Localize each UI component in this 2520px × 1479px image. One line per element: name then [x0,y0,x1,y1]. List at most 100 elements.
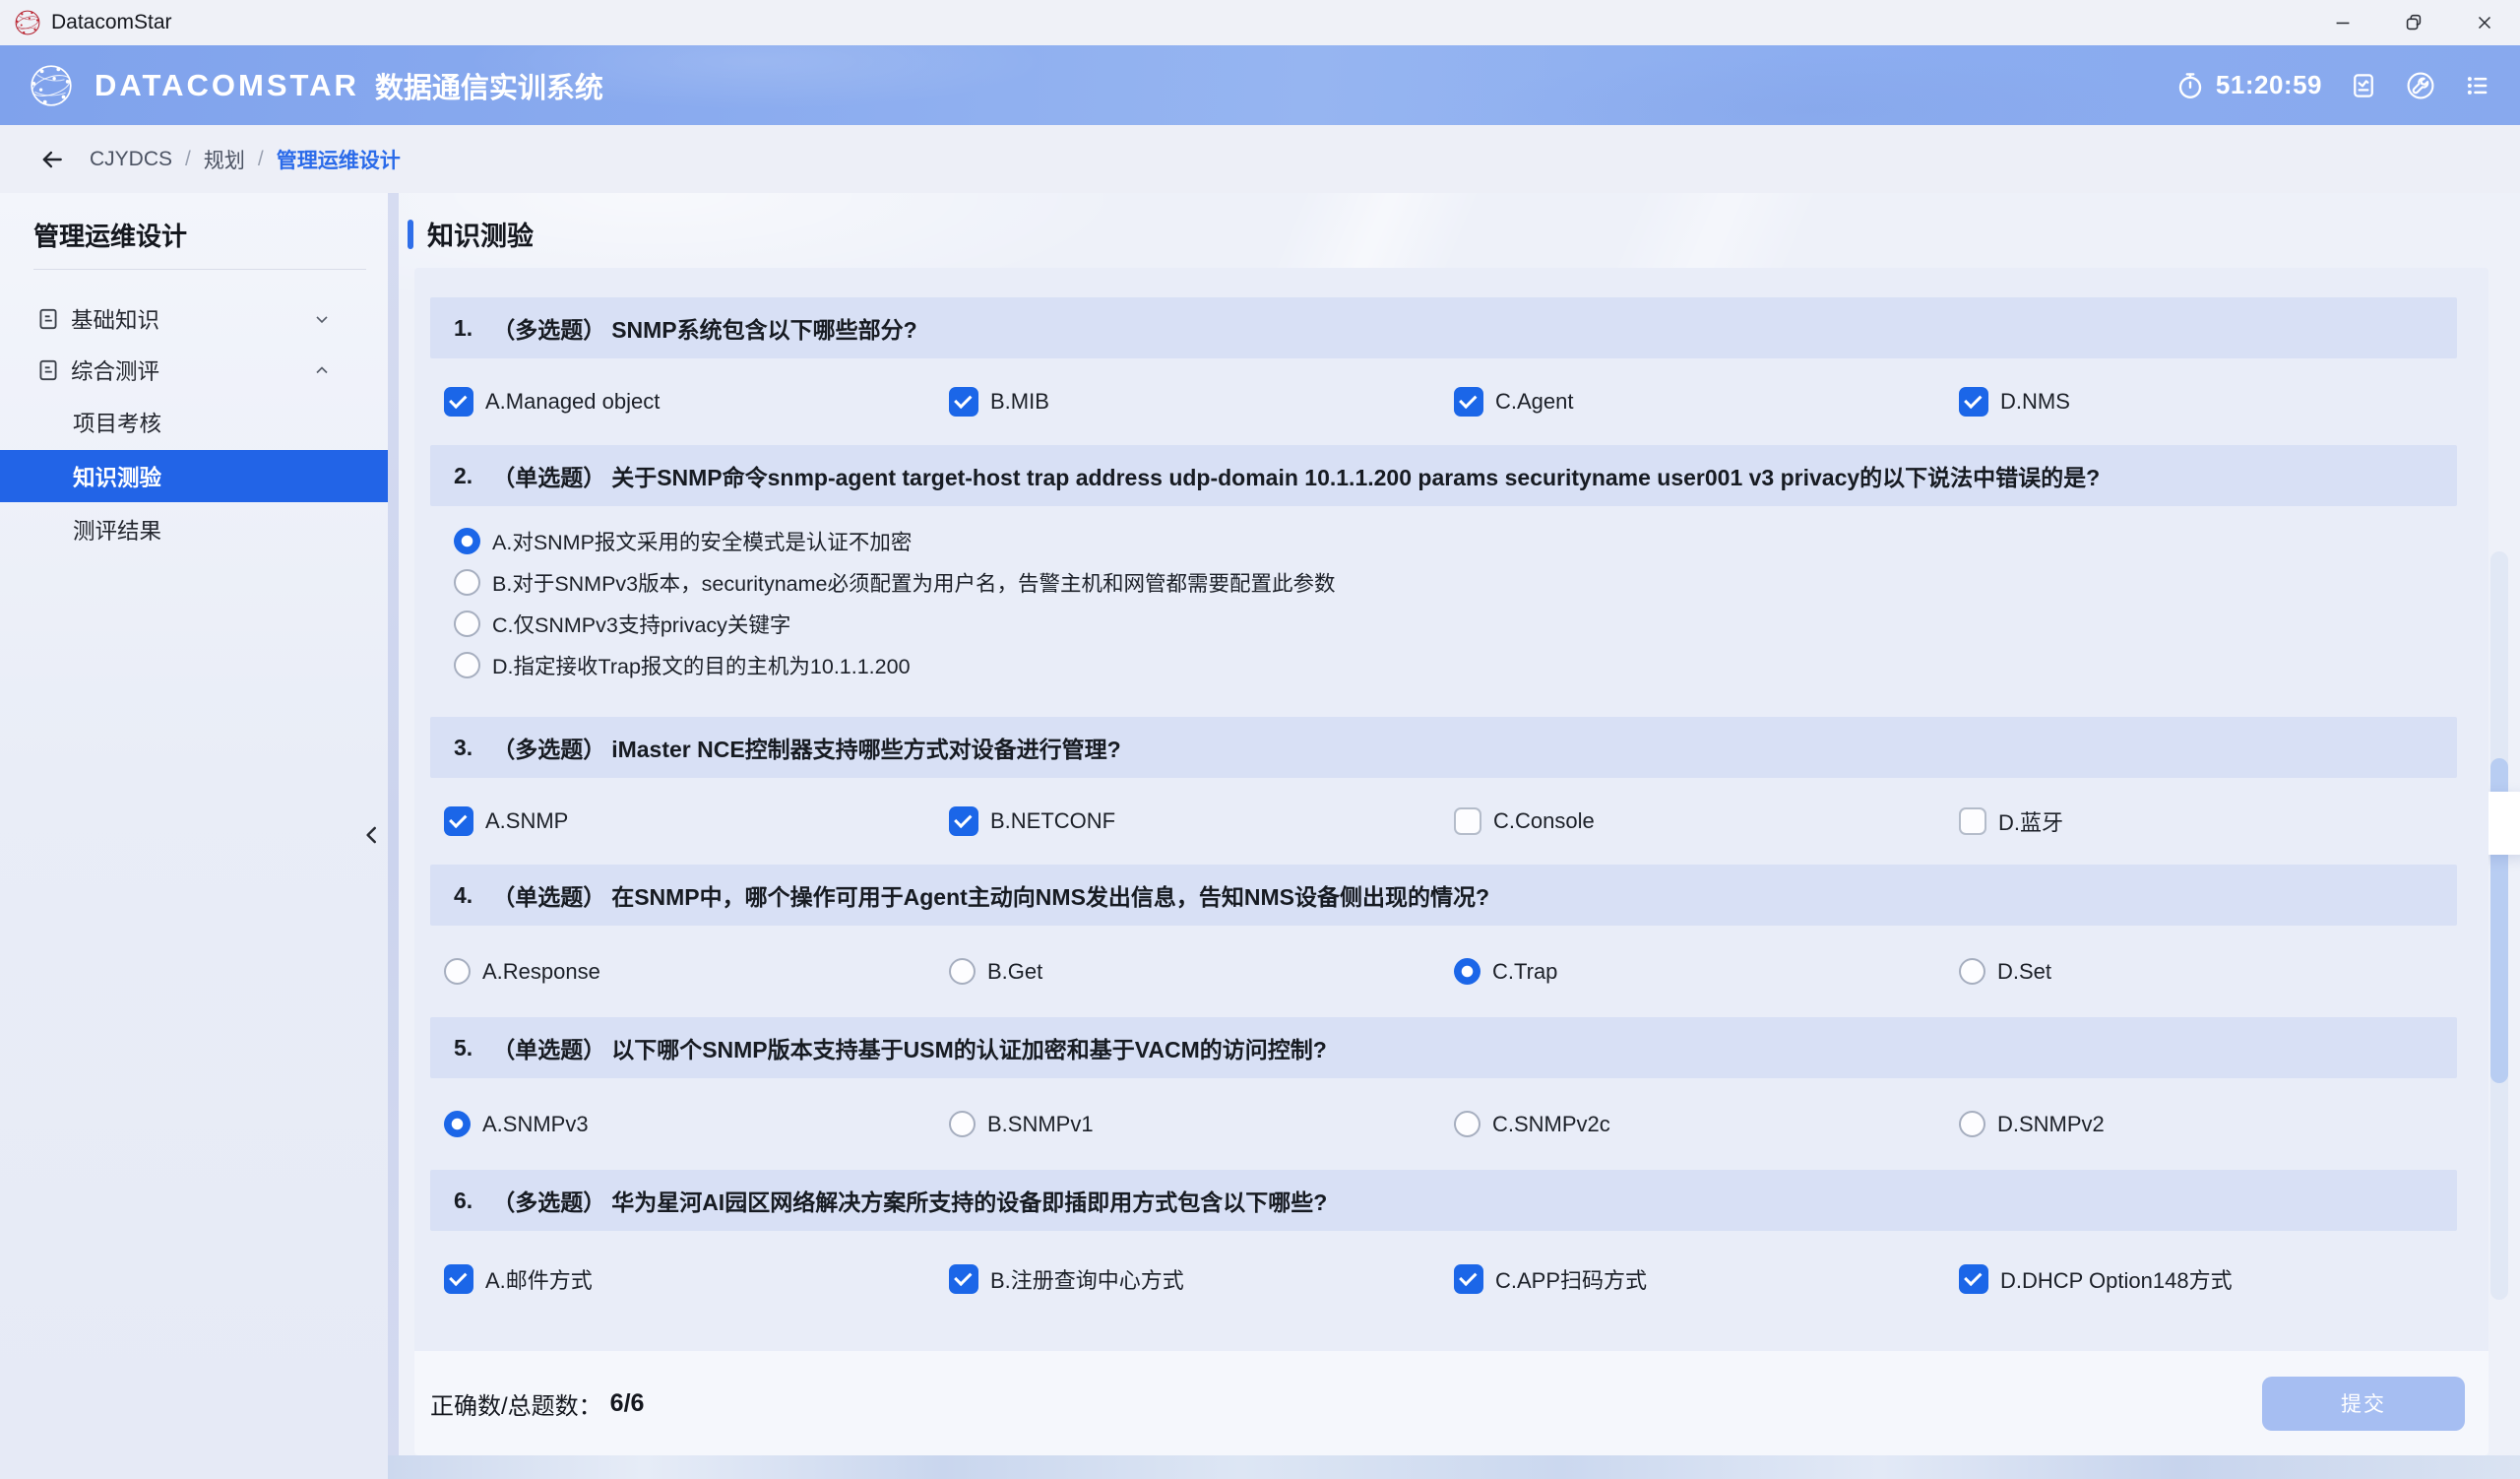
option-row[interactable]: B.Get [949,958,1454,985]
option-row[interactable]: B.NETCONF [949,806,1454,836]
back-arrow-icon[interactable] [39,147,65,172]
checkbox-icon[interactable] [1454,807,1481,835]
radio-icon[interactable] [1454,1111,1480,1137]
option-label: A.邮件方式 [485,1263,593,1295]
collapse-sidebar-button[interactable] [358,819,386,851]
divider [33,269,366,270]
option-row[interactable]: A.邮件方式 [444,1263,949,1295]
decorative-band [388,1455,2520,1479]
radio-icon[interactable] [454,652,480,678]
question-title: 3.（多选题）iMaster NCE控制器支持哪些方式对设备进行管理? [430,717,2457,778]
checkbox-icon[interactable] [949,806,978,836]
option-label: D.NMS [2000,389,2070,415]
option-row[interactable]: B.注册查询中心方式 [949,1263,1454,1295]
option-row[interactable]: D.Set [1959,958,2488,985]
question-number: 1. [454,315,472,342]
option-row[interactable]: D.DHCP Option148方式 [1959,1263,2488,1295]
option-row[interactable]: D.指定接收Trap报文的目的主机为10.1.1.200 [454,644,2488,685]
radio-icon[interactable] [444,958,471,985]
check-mark-icon [449,1267,467,1285]
radio-icon[interactable] [1959,958,1985,985]
timer-icon [2175,71,2205,100]
sidebar-item-project-assessment[interactable]: 项目考核 [0,399,388,446]
radio-icon[interactable] [454,611,480,637]
option-label: B.MIB [990,389,1049,415]
option-row[interactable]: D.SNMPv2 [1959,1111,2488,1137]
radio-icon[interactable] [444,1111,471,1137]
question-type-tag: （多选题） [492,1184,605,1217]
radio-icon[interactable] [1959,1111,1985,1137]
checkbox-icon[interactable] [949,387,978,417]
checkbox-icon[interactable] [1959,387,1988,417]
checkbox-icon[interactable] [1454,387,1483,417]
check-mark-icon [1459,391,1477,409]
breadcrumb: CJYDCS / 规划 / 管理运维设计 [0,125,2520,193]
option-row[interactable]: D.蓝牙 [1959,805,2488,837]
sidebar-item-knowledge-quiz[interactable]: 知识测验 [0,450,388,502]
radio-icon[interactable] [949,1111,976,1137]
question-number: 6. [454,1188,472,1214]
option-row[interactable]: A.Response [444,958,949,985]
check-mark-icon [1459,1267,1477,1285]
options: A.ResponseB.GetC.TrapD.Set [414,926,2488,1017]
radio-icon[interactable] [949,958,976,985]
question-block: 4.（单选题）在SNMP中，哪个操作可用于Agent主动向NMS发出信息，告知N… [414,865,2488,1017]
close-button[interactable] [2449,0,2520,45]
check-mark-icon [954,810,972,828]
breadcrumb-item-cjydcs[interactable]: CJYDCS [90,148,172,171]
checkbox-icon[interactable] [1959,1264,1988,1294]
radio-icon[interactable] [1454,958,1480,985]
option-row[interactable]: D.NMS [1959,387,2488,417]
check-mark-icon [1964,391,1982,409]
question-text: 以下哪个SNMP版本支持基于USM的认证加密和基于VACM的访问控制? [611,1031,1327,1064]
option-label: B.NETCONF [990,808,1115,834]
option-row[interactable]: B.SNMPv1 [949,1111,1454,1137]
checkbox-icon[interactable] [1454,1264,1483,1294]
question-title: 1.（多选题）SNMP系统包含以下哪些部分? [430,297,2457,358]
system-name: 数据通信实训系统 [375,65,603,106]
document-icon [35,306,61,332]
submit-button[interactable]: 提交 [2262,1377,2465,1431]
minimize-button[interactable] [2307,0,2378,45]
quiz-panel: 1.（多选题）SNMP系统包含以下哪些部分? A.Managed object B.… [414,268,2488,1455]
sidebar-item-label: 基础知识 [71,303,159,335]
restore-button[interactable] [2378,0,2449,45]
question-text: 华为星河AI园区网络解决方案所支持的设备即插即用方式包含以下哪些? [611,1184,1327,1217]
option-row[interactable]: C.Trap [1454,958,1959,985]
breadcrumb-item-planning[interactable]: 规划 [204,145,245,174]
checkbox-icon[interactable] [949,1264,978,1294]
sidebar-item-eval-results[interactable]: 测评结果 [0,506,388,553]
option-row[interactable]: A.SNMP [444,806,949,836]
sidebar-item-basic-knowledge[interactable]: 基础知识 [0,295,388,343]
option-label: A.对SNMP报文采用的安全模式是认证不加密 [492,526,912,556]
option-row[interactable]: A.对SNMP报文采用的安全模式是认证不加密 [454,520,2488,561]
option-row[interactable]: B.MIB [949,387,1454,417]
scrollbar[interactable] [2490,551,2508,1300]
radio-icon[interactable] [454,569,480,596]
checkbox-icon[interactable] [444,806,473,836]
checkbox-icon[interactable] [444,387,473,417]
radio-icon[interactable] [454,528,480,554]
option-row[interactable]: A.SNMPv3 [444,1111,949,1137]
option-row[interactable]: C.Agent [1454,387,1959,417]
main-content: 知识测验 1.（多选题）SNMP系统包含以下哪些部分?A.Managed obj… [399,193,2520,1479]
option-row[interactable]: C.SNMPv2c [1454,1111,1959,1137]
question-block: 5.（单选题）以下哪个SNMP版本支持基于USM的认证加密和基于VACM的访问控… [414,1017,2488,1170]
option-row[interactable]: B.对于SNMPv3版本，securityname必须配置为用户名，告警主机和网… [454,561,2488,603]
option-row[interactable]: C.仅SNMPv3支持privacy关键字 [454,603,2488,644]
tools-icon[interactable] [2405,70,2436,101]
checkbox-icon[interactable] [1959,807,1986,835]
option-row[interactable]: C.Console [1454,807,1959,835]
menu-list-icon[interactable] [2463,71,2492,100]
sidebar-item-comprehensive-eval[interactable]: 综合测评 [0,347,388,394]
checkbox-icon[interactable] [444,1264,473,1294]
report-icon[interactable] [2349,71,2378,100]
option-label: C.SNMPv2c [1492,1112,1610,1137]
chevron-up-icon [312,360,332,380]
option-row[interactable]: C.APP扫码方式 [1454,1263,1959,1295]
option-label: C.Agent [1495,389,1574,415]
question-block: 6. （多选题）华为星河AI园区网络解决方案所支持的设备即插即用方式包含以下哪些?… [414,1170,2488,1326]
option-row[interactable]: A.Managed object [444,387,949,417]
header-actions: 51:20:59 [2175,70,2520,101]
breadcrumb-item-current: 管理运维设计 [277,145,401,174]
